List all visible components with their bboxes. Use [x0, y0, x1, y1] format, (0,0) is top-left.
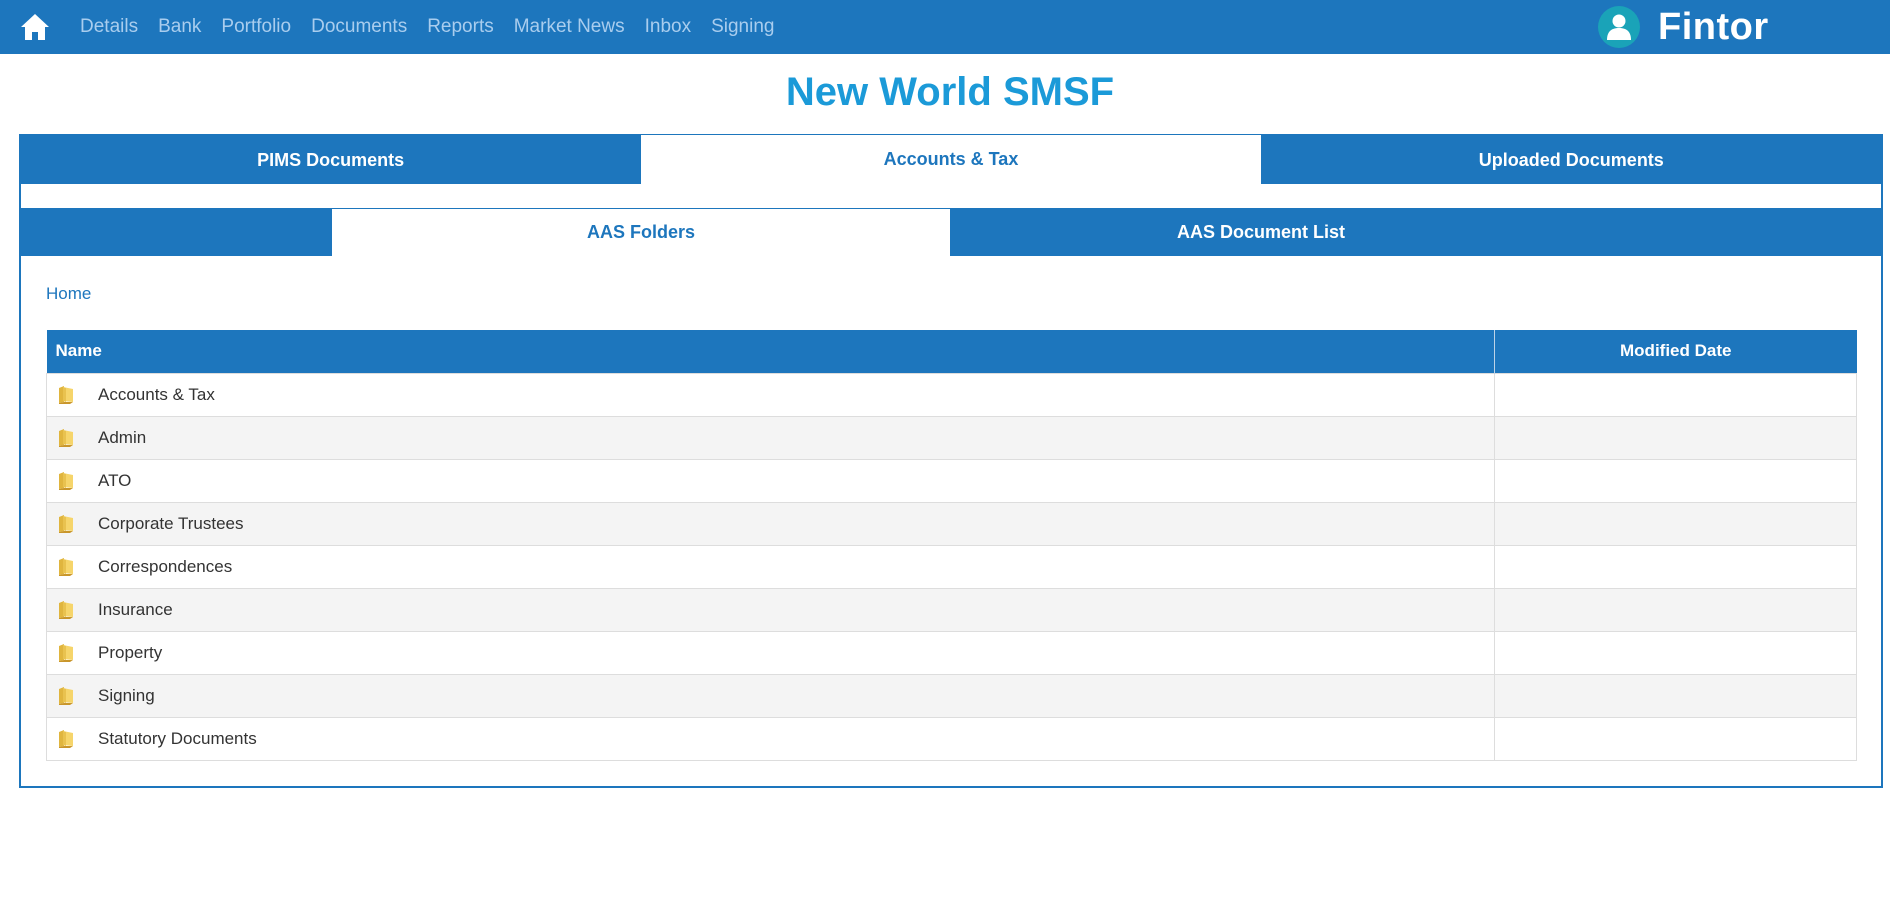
- folder-icon: [59, 730, 73, 748]
- table-row[interactable]: Accounts & Tax: [46, 372, 1857, 417]
- folder-icon: [59, 644, 73, 662]
- nav-item-details[interactable]: Details: [70, 0, 148, 54]
- modified-date-cell: [1494, 587, 1857, 632]
- tab-aas-document-list[interactable]: AAS Document List: [951, 208, 1571, 256]
- tab-pims-documents[interactable]: PIMS Documents: [21, 136, 641, 184]
- modified-date-cell: [1494, 501, 1857, 546]
- table-row[interactable]: ATO: [46, 458, 1857, 503]
- tab-aas-folders[interactable]: AAS Folders: [331, 208, 951, 256]
- folder-link[interactable]: Property: [56, 643, 1485, 663]
- breadcrumb-home[interactable]: Home: [46, 284, 91, 304]
- modified-date-cell: [1494, 716, 1857, 761]
- tab-accounts-tax[interactable]: Accounts & Tax: [640, 134, 1262, 184]
- folder-link[interactable]: ATO: [56, 471, 1485, 491]
- folder-name: Signing: [98, 685, 155, 705]
- folder-name: Statutory Documents: [98, 728, 257, 748]
- modified-date-cell: [1494, 415, 1857, 460]
- modified-date-cell: [1494, 673, 1857, 718]
- brand-name: Fintor: [1658, 5, 1769, 48]
- nav-item-bank[interactable]: Bank: [148, 0, 211, 54]
- modified-date-cell: [1494, 372, 1857, 417]
- nav-item-documents[interactable]: Documents: [301, 0, 417, 54]
- main-tabs: PIMS Documents Accounts & Tax Uploaded D…: [21, 134, 1881, 184]
- user-icon: [1607, 14, 1631, 40]
- name-cell[interactable]: Property: [46, 630, 1495, 675]
- column-header-modified-date[interactable]: Modified Date: [1494, 330, 1857, 373]
- folder-name: Admin: [98, 427, 147, 447]
- folder-table: Name Modified Date Accounts & Tax Admin …: [46, 330, 1857, 761]
- sub-tabs-spacer: [21, 208, 331, 256]
- name-cell[interactable]: Correspondences: [46, 544, 1495, 589]
- folder-icon: [59, 558, 73, 576]
- folder-link[interactable]: Admin: [56, 428, 1485, 448]
- folder-link[interactable]: Signing: [56, 686, 1485, 706]
- nav-menu: Details Bank Portfolio Documents Reports…: [70, 0, 784, 54]
- nav-item-signing[interactable]: Signing: [701, 0, 784, 54]
- table-row[interactable]: Correspondences: [46, 544, 1857, 589]
- table-row[interactable]: Insurance: [46, 587, 1857, 632]
- table-row[interactable]: Statutory Documents: [46, 716, 1857, 761]
- folder-name: ATO: [98, 470, 132, 490]
- modified-date-cell: [1494, 458, 1857, 503]
- page-title: New World SMSF: [785, 70, 1115, 114]
- folder-icon: [59, 472, 73, 490]
- nav-item-portfolio[interactable]: Portfolio: [211, 0, 301, 54]
- nav-item-reports[interactable]: Reports: [417, 0, 504, 54]
- home-button[interactable]: [0, 0, 70, 54]
- folder-link[interactable]: Corporate Trustees: [56, 514, 1485, 534]
- home-icon: [21, 14, 49, 40]
- name-cell[interactable]: Signing: [46, 673, 1495, 718]
- documents-panel: PIMS Documents Accounts & Tax Uploaded D…: [19, 134, 1883, 788]
- modified-date-cell: [1494, 630, 1857, 675]
- name-cell[interactable]: ATO: [46, 458, 1495, 503]
- folder-name: Property: [98, 642, 163, 662]
- folder-icon: [59, 687, 73, 705]
- folder-icon: [59, 515, 73, 533]
- nav-item-inbox[interactable]: Inbox: [635, 0, 701, 54]
- top-nav: Details Bank Portfolio Documents Reports…: [0, 0, 1890, 54]
- folder-table-wrap: Name Modified Date Accounts & Tax Admin …: [46, 330, 1857, 761]
- table-header-row: Name Modified Date: [46, 330, 1857, 373]
- table-row[interactable]: Admin: [46, 415, 1857, 460]
- folder-name: Accounts & Tax: [98, 384, 215, 404]
- name-cell[interactable]: Accounts & Tax: [46, 372, 1495, 417]
- folder-link[interactable]: Insurance: [56, 600, 1485, 620]
- name-cell[interactable]: Corporate Trustees: [46, 501, 1495, 546]
- tab-uploaded-documents[interactable]: Uploaded Documents: [1261, 136, 1881, 184]
- folder-name: Insurance: [98, 599, 173, 619]
- brand: Fintor: [1598, 0, 1769, 54]
- name-cell[interactable]: Admin: [46, 415, 1495, 460]
- table-row[interactable]: Signing: [46, 673, 1857, 718]
- column-header-name[interactable]: Name: [46, 330, 1495, 373]
- folder-icon: [59, 386, 73, 404]
- folder-link[interactable]: Correspondences: [56, 557, 1485, 577]
- folder-icon: [59, 601, 73, 619]
- folder-icon: [59, 429, 73, 447]
- folder-name: Correspondences: [98, 556, 233, 576]
- table-body: Accounts & Tax Admin ATO Corporate Trust…: [46, 372, 1857, 761]
- folder-name: Corporate Trustees: [98, 513, 244, 533]
- table-row[interactable]: Corporate Trustees: [46, 501, 1857, 546]
- folder-link[interactable]: Accounts & Tax: [56, 385, 1485, 405]
- folder-link[interactable]: Statutory Documents: [56, 729, 1485, 749]
- modified-date-cell: [1494, 544, 1857, 589]
- sub-tabs: AAS Folders AAS Document List: [21, 208, 1881, 256]
- avatar[interactable]: [1598, 6, 1640, 48]
- name-cell[interactable]: Insurance: [46, 587, 1495, 632]
- table-row[interactable]: Property: [46, 630, 1857, 675]
- nav-item-market-news[interactable]: Market News: [504, 0, 635, 54]
- name-cell[interactable]: Statutory Documents: [46, 716, 1495, 761]
